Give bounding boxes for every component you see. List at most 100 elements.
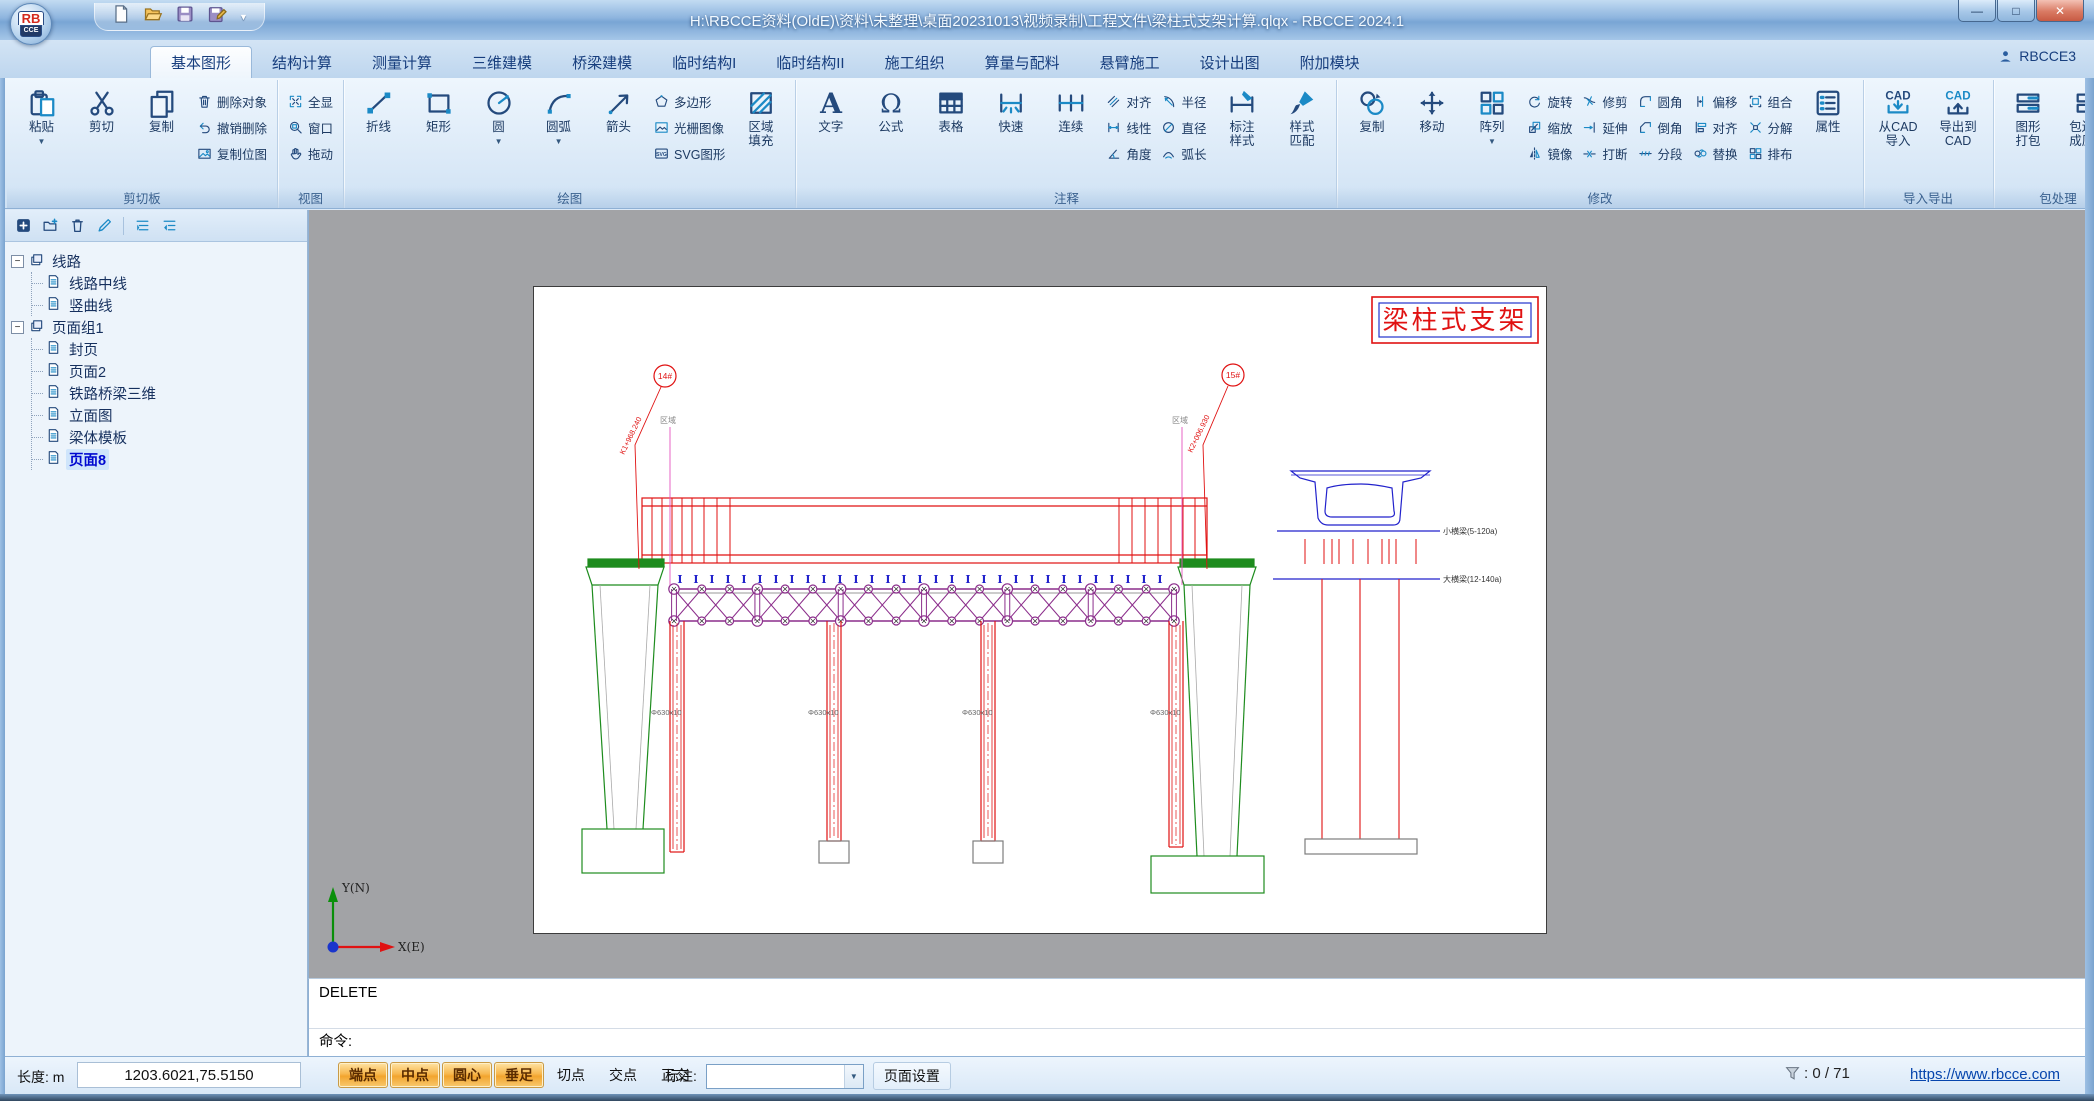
maximize-button[interactable]: □: [1997, 0, 2035, 22]
tab-12[interactable]: 附加模块: [1280, 47, 1380, 78]
rename-button[interactable]: [96, 217, 113, 234]
tab-2[interactable]: 结构计算: [252, 47, 352, 78]
text-button[interactable]: A 文字: [802, 83, 859, 134]
radius-dim-button[interactable]: 半径: [1157, 90, 1210, 113]
mirror-button[interactable]: 镜像: [1523, 142, 1576, 165]
tree-group-item[interactable]: − 线路: [11, 250, 301, 272]
delete-page-button[interactable]: [69, 217, 86, 234]
continuous-dim-button[interactable]: 连续: [1042, 83, 1099, 134]
copy-bitmap-button[interactable]: 复制位图: [193, 142, 271, 165]
chevron-down-icon[interactable]: ▼: [38, 135, 46, 149]
segment-button[interactable]: 分段: [1634, 142, 1687, 165]
explode-button[interactable]: 分解: [1744, 116, 1797, 139]
align-button[interactable]: 对齐: [1689, 116, 1742, 139]
command-panel[interactable]: DELETE 命令:: [308, 978, 2085, 1056]
arc-length-dim-button[interactable]: 弧长: [1157, 142, 1210, 165]
pack-button[interactable]: 图形 打包: [2000, 83, 2057, 148]
dim-style-combobox[interactable]: ▼: [705, 1063, 864, 1089]
snap-button-5[interactable]: 切点: [546, 1062, 596, 1088]
tree-page-item[interactable]: 线路中线: [32, 272, 301, 294]
paste-button[interactable]: 粘贴 ▼: [13, 83, 70, 149]
tab-9[interactable]: 算量与配料: [965, 47, 1080, 78]
tab-7[interactable]: 临时结构II: [756, 47, 864, 78]
tree-page-item[interactable]: 铁路桥梁三维: [32, 382, 301, 404]
table-button[interactable]: 表格: [922, 83, 979, 134]
drawing-canvas[interactable]: I I I I I I I I I I I I I I I I I I I I I I I I I I I I I I I Φ630x10 Φ6…: [308, 210, 2085, 978]
app-logo-icon[interactable]: RB CCE: [10, 3, 52, 45]
polyline-button[interactable]: 折线: [350, 83, 407, 134]
tab-1[interactable]: 基本图形: [150, 46, 253, 78]
raster-image-button[interactable]: 光栅图像: [650, 116, 729, 139]
open-file-icon[interactable]: [143, 4, 163, 29]
collapse-all-button[interactable]: [161, 217, 178, 234]
filter-icon[interactable]: [1785, 1066, 1800, 1081]
svg-shape-button[interactable]: SVG SVG图形: [650, 142, 729, 165]
undo-delete-button[interactable]: 撤销删除: [193, 116, 271, 139]
fillet-button[interactable]: 圆角: [1634, 90, 1687, 113]
break-button[interactable]: 打断: [1578, 142, 1631, 165]
tree-page-item[interactable]: 页面2: [32, 360, 301, 382]
arc-button[interactable]: 圆弧 ▼: [530, 83, 587, 149]
group-button[interactable]: 组合: [1744, 90, 1797, 113]
hatch-fill-button[interactable]: 区域 填充: [732, 83, 789, 148]
close-button[interactable]: ✕: [2036, 0, 2084, 22]
user-account[interactable]: RBCCE3: [1998, 48, 2076, 64]
collapse-toggle-icon[interactable]: −: [11, 254, 24, 268]
add-page-button[interactable]: [15, 217, 32, 234]
snap-button-4[interactable]: 垂足: [494, 1062, 544, 1088]
properties-button[interactable]: 属性: [1800, 83, 1857, 134]
arrange-button[interactable]: 排布: [1744, 142, 1797, 165]
save-as-icon[interactable]: [207, 4, 227, 29]
trim-button[interactable]: 修剪: [1578, 90, 1631, 113]
tab-3[interactable]: 测量计算: [352, 47, 452, 78]
command-prompt[interactable]: 命令:: [319, 1030, 352, 1051]
scissors-button[interactable]: 剪切: [73, 83, 130, 134]
snap-button-3[interactable]: 圆心: [442, 1062, 492, 1088]
circle-button[interactable]: 圆 ▼: [470, 83, 527, 149]
chevron-down-icon[interactable]: ▼: [1488, 135, 1496, 149]
minimize-button[interactable]: —: [1958, 0, 1996, 22]
tree-page-item[interactable]: 梁体模板: [32, 426, 301, 448]
snap-button-6[interactable]: 交点: [598, 1062, 648, 1088]
page-setup-button[interactable]: 页面设置: [872, 1062, 951, 1090]
chevron-down-icon[interactable]: ▼: [555, 135, 563, 149]
extend-button[interactable]: 延伸: [1578, 116, 1631, 139]
offset-button[interactable]: 偏移: [1689, 90, 1742, 113]
snap-button-1[interactable]: 端点: [338, 1062, 388, 1088]
rectangle-button[interactable]: 矩形: [410, 83, 467, 134]
copy-button[interactable]: 复制: [133, 83, 190, 134]
add-group-button[interactable]: [42, 217, 59, 234]
tab-6[interactable]: 临时结构I: [652, 47, 756, 78]
dim-style-button[interactable]: 标注 样式: [1213, 83, 1270, 148]
zoom-fit-button[interactable]: 全显: [284, 90, 337, 113]
linear-dim-button[interactable]: 线性: [1102, 116, 1155, 139]
arrow-button[interactable]: 箭头: [590, 83, 647, 134]
tree-page-item[interactable]: 封页: [32, 338, 301, 360]
tab-5[interactable]: 桥梁建模: [552, 47, 652, 78]
tab-8[interactable]: 施工组织: [865, 47, 965, 78]
collapse-toggle-icon[interactable]: −: [11, 320, 24, 334]
tree-page-item[interactable]: 立面图: [32, 404, 301, 426]
aligned-dim-button[interactable]: 对齐: [1102, 90, 1155, 113]
polygon-button[interactable]: 多边形: [650, 90, 729, 113]
expand-all-button[interactable]: [134, 217, 151, 234]
match-style-button[interactable]: 样式 匹配: [1273, 83, 1330, 148]
save-icon[interactable]: [175, 4, 195, 29]
angle-dim-button[interactable]: 角度: [1102, 142, 1155, 165]
scale-button[interactable]: 缩放: [1523, 116, 1576, 139]
tree-page-item[interactable]: 页面8: [32, 448, 301, 470]
modify-copy-button[interactable]: 复制: [1343, 83, 1400, 134]
replace-button[interactable]: 替换: [1689, 142, 1742, 165]
qat-menu-icon[interactable]: ▼: [239, 12, 248, 22]
tab-10[interactable]: 悬臂施工: [1080, 47, 1180, 78]
diameter-dim-button[interactable]: 直径: [1157, 116, 1210, 139]
pan-button[interactable]: 拖动: [284, 142, 337, 165]
tab-4[interactable]: 三维建模: [452, 47, 552, 78]
cad-import-button[interactable]: CAD 从CAD 导入: [1870, 83, 1927, 148]
zoom-window-button[interactable]: 窗口: [284, 116, 337, 139]
drawing-sheet[interactable]: I I I I I I I I I I I I I I I I I I I I I I I I I I I I I I I Φ630x10 Φ6…: [533, 286, 1547, 934]
combobox-arrow-icon[interactable]: ▼: [843, 1064, 863, 1088]
tab-11[interactable]: 设计出图: [1180, 47, 1280, 78]
chamfer-button[interactable]: 倒角: [1634, 116, 1687, 139]
new-file-icon[interactable]: [111, 4, 131, 29]
